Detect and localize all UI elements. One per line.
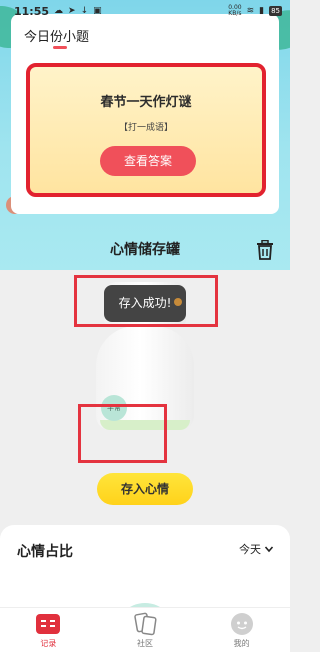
nav-label: 社区 xyxy=(136,638,153,648)
riddle-hint: 【打一成语】 xyxy=(118,123,173,133)
jar-base xyxy=(100,420,190,430)
nav-item-community[interactable]: 社区 xyxy=(115,612,175,649)
status-time: 11:55 xyxy=(14,4,50,18)
cloud-icon: ☁ xyxy=(54,6,64,16)
battery-icon: 85 xyxy=(269,6,282,16)
toast-decoration xyxy=(174,298,182,306)
title-underline xyxy=(53,46,67,49)
period-dropdown[interactable]: 今天 xyxy=(239,541,274,557)
send-icon: ➤ xyxy=(68,6,76,16)
mood-chip[interactable]: 平常 xyxy=(101,395,127,421)
mood-ratio-title: 心情占比 xyxy=(17,544,73,560)
jar-section-title: 心情储存罐 xyxy=(110,242,180,258)
bottom-nav: 记录 社区 我的 xyxy=(0,607,290,652)
record-icon xyxy=(36,613,61,634)
trash-icon[interactable] xyxy=(256,240,274,260)
chevron-down-icon xyxy=(264,546,274,553)
nav-item-mine[interactable]: 我的 xyxy=(212,612,272,649)
download-icon: ↓ xyxy=(80,6,89,16)
notification-icon: ▣ xyxy=(93,6,102,16)
community-icon xyxy=(134,612,157,635)
riddle-box: 春节一天作灯谜 【打一成语】 查看答案 xyxy=(26,63,266,197)
status-bar: 11:55 ☁ ➤ ↓ ▣ 0.00 KB/s ≋ ▮ 85 xyxy=(0,0,290,22)
riddle-question: 春节一天作灯谜 xyxy=(100,95,192,110)
profile-icon xyxy=(230,612,253,635)
view-answer-button[interactable]: 查看答案 xyxy=(100,146,196,176)
save-mood-button[interactable]: 存入心情 xyxy=(97,473,193,505)
nav-label: 记录 xyxy=(40,638,57,648)
quiz-title: 今日份小题 xyxy=(24,30,90,45)
jar-section-header: 心情储存罐 xyxy=(0,232,290,268)
toast-message: 存入成功! xyxy=(104,285,186,322)
daily-quiz-card: 今日份小题 春节一天作灯谜 【打一成语】 查看答案 xyxy=(11,14,279,214)
nav-item-record[interactable]: 记录 xyxy=(18,612,78,649)
network-speed: 0.00 KB/s xyxy=(228,4,242,17)
signal-icon: ▮ xyxy=(259,6,265,16)
wifi-icon: ≋ xyxy=(246,6,255,16)
nav-label: 我的 xyxy=(233,638,250,648)
